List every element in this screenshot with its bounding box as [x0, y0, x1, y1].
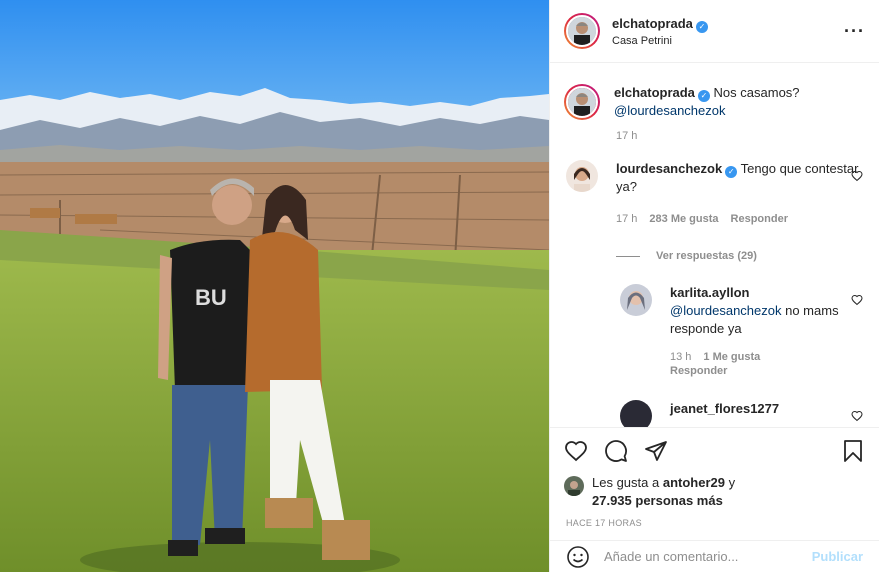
caption-mention[interactable]: @lourdesanchezok	[614, 103, 725, 118]
post-location[interactable]: Casa Petrini	[612, 35, 844, 47]
likes-user[interactable]: antoher29	[663, 475, 725, 490]
comment-like-heart-icon[interactable]	[851, 170, 863, 182]
reply-avatar[interactable]	[620, 284, 652, 316]
view-replies-label: Ver respuestas (29)	[656, 250, 757, 262]
caption-text: Nos casamos?	[713, 85, 800, 100]
caption-time[interactable]: 17 h	[616, 130, 879, 142]
reply-reply-button[interactable]: Responder	[670, 364, 863, 378]
post-photo-illustration: BU	[0, 0, 549, 572]
likes-summary: Les gusta a antoher29 y 27.935 personas …	[550, 474, 879, 510]
comment-time[interactable]: 17 h	[616, 210, 637, 228]
reply-item: karlita.ayllon @lourdesanchezok no mams …	[550, 284, 879, 378]
reply-body: karlita.ayllon @lourdesanchezok no mams …	[670, 284, 863, 378]
author-username[interactable]: elchatoprada	[612, 16, 693, 31]
post-side-panel: elchatoprada ✓ Casa Petrini ··· elchatopr…	[549, 0, 879, 572]
view-replies-button[interactable]: Ver respuestas (29)	[616, 250, 879, 262]
avatar-photo	[564, 476, 584, 496]
comments-list[interactable]: elchatoprada ✓ Nos casamos? @lourdesanche…	[550, 64, 879, 427]
author-avatar[interactable]	[566, 15, 598, 47]
reply-username[interactable]: jeanet_flores1277	[670, 401, 779, 416]
header-text: elchatoprada ✓ Casa Petrini	[612, 16, 844, 47]
bookmark-icon[interactable]	[841, 439, 865, 463]
action-icons	[550, 428, 879, 474]
avatar-photo	[568, 88, 596, 116]
reply-meta: 13 h 1 Me gusta Responder	[670, 350, 863, 378]
author-avatar-ring[interactable]	[564, 13, 600, 49]
reply-avatar[interactable]	[620, 400, 652, 427]
reply-like-heart-icon[interactable]	[851, 294, 863, 306]
post-header: elchatoprada ✓ Casa Petrini ···	[550, 0, 879, 63]
verified-badge-icon: ✓	[697, 90, 710, 102]
comment-icon[interactable]	[604, 439, 628, 463]
caption-username[interactable]: elchatoprada	[614, 85, 695, 100]
svg-text:BU: BU	[195, 285, 227, 310]
comment-item: lourdesanchezok ✓ Tengo que contestar ya?…	[550, 160, 879, 228]
avatar-photo	[568, 17, 596, 45]
publish-button[interactable]: Publicar	[812, 549, 863, 564]
comment-reply-button[interactable]: Responder	[731, 210, 788, 228]
reply-body: jeanet_flores1277	[670, 400, 863, 427]
comment-meta: 17 h 283 Me gusta Responder	[616, 210, 863, 228]
caption-avatar[interactable]	[566, 86, 598, 118]
likes-text: Les gusta a antoher29 y 27.935 personas …	[592, 474, 735, 510]
reply-like-heart-icon[interactable]	[851, 410, 863, 422]
reply-likes[interactable]: 1 Me gusta	[703, 350, 760, 364]
comment-likes[interactable]: 283 Me gusta	[649, 210, 718, 228]
liker-avatar[interactable]	[564, 476, 584, 496]
emoji-icon[interactable]	[566, 545, 590, 569]
avatar-photo	[566, 160, 598, 192]
reply-mention[interactable]: @lourdesanchezok	[670, 303, 781, 318]
heart-icon[interactable]	[564, 439, 588, 463]
post-caption: elchatoprada ✓ Nos casamos? @lourdesanche…	[550, 64, 879, 120]
replies-divider	[616, 255, 640, 257]
verified-badge-icon: ✓	[695, 20, 708, 33]
add-comment-bar: Publicar	[550, 540, 879, 572]
caption-body: elchatoprada ✓ Nos casamos? @lourdesanche…	[614, 84, 863, 120]
add-comment-input[interactable]	[604, 549, 812, 564]
caption-avatar-ring[interactable]	[564, 84, 600, 120]
post-photo[interactable]: BU	[0, 0, 549, 572]
comment-username[interactable]: lourdesanchezok	[616, 161, 722, 176]
comment-body: lourdesanchezok ✓ Tengo que contestar ya?…	[616, 160, 863, 228]
avatar-photo	[620, 284, 652, 316]
post-timestamp[interactable]: HACE 17 HORAS	[550, 518, 879, 528]
reply-time[interactable]: 13 h	[670, 350, 691, 364]
reply-item: jeanet_flores1277	[550, 400, 879, 427]
likes-joiner: y	[728, 475, 736, 490]
reply-username[interactable]: karlita.ayllon	[670, 285, 749, 300]
likes-prefix: Les gusta a	[592, 475, 660, 490]
more-options-icon[interactable]: ···	[844, 21, 865, 42]
send-icon[interactable]	[644, 439, 668, 463]
commenter-avatar[interactable]	[566, 160, 598, 192]
verified-badge-icon: ✓	[725, 166, 738, 178]
likes-count[interactable]: 27.935 personas más	[592, 493, 723, 508]
post-actions: Les gusta a antoher29 y 27.935 personas …	[550, 427, 879, 528]
